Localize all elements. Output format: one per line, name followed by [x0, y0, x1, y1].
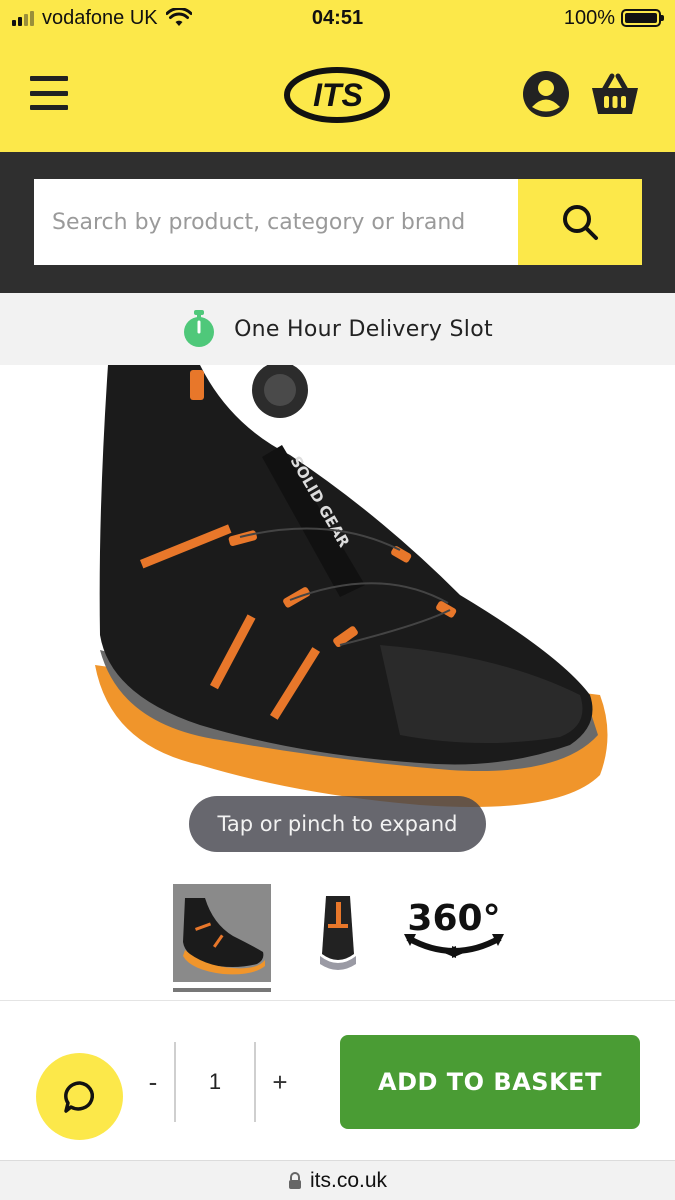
- boot-back-thumbnail[interactable]: [310, 894, 366, 974]
- add-to-basket-button[interactable]: ADD TO BASKET: [340, 1035, 640, 1129]
- battery-icon: [621, 9, 664, 27]
- 360-label: 360°: [407, 898, 500, 939]
- stopwatch-icon: [184, 310, 215, 347]
- 360-view-icon[interactable]: 360°: [402, 894, 506, 964]
- quantity-decrease-button[interactable]: -: [132, 1042, 174, 1122]
- site-header: ITS: [0, 36, 675, 152]
- delivery-label: One Hour Delivery Slot: [234, 316, 493, 342]
- logo-text: ITS: [313, 77, 363, 113]
- chat-button[interactable]: [36, 1053, 123, 1140]
- battery-percent: 100%: [563, 6, 615, 29]
- search-band: [0, 152, 675, 293]
- its-logo[interactable]: ITS: [284, 66, 390, 124]
- boot-side-thumbnail[interactable]: [173, 884, 271, 982]
- clock: 04:51: [311, 6, 364, 29]
- product-image[interactable]: SOLID GEAR Tap or pinch to expand: [0, 365, 675, 865]
- quantity-increase-button[interactable]: +: [259, 1042, 301, 1122]
- status-left: vodafone UK: [12, 7, 192, 30]
- url-bar[interactable]: its.co.uk: [0, 1160, 675, 1200]
- url-text: its.co.uk: [309, 1168, 388, 1192]
- quantity-stepper: - +: [132, 1042, 304, 1122]
- menu-button[interactable]: [30, 76, 68, 110]
- status-bar: vodafone UK 04:51 100%: [0, 0, 675, 36]
- delivery-banner[interactable]: One Hour Delivery Slot: [0, 293, 675, 365]
- divider: [0, 1000, 675, 1001]
- signal-icon: [12, 10, 34, 26]
- search-input[interactable]: [34, 179, 518, 265]
- hamburger-menu-icon: [30, 76, 68, 81]
- basket-icon[interactable]: [590, 72, 640, 118]
- account-icon[interactable]: [522, 70, 570, 118]
- expand-hint[interactable]: Tap or pinch to expand: [189, 796, 486, 852]
- thumbnail-strip: 360°: [0, 880, 675, 998]
- quantity-input[interactable]: [176, 1042, 254, 1122]
- carrier-label: vodafone UK: [42, 6, 158, 29]
- search-icon: [563, 205, 598, 240]
- status-right: 100%: [563, 6, 664, 30]
- lock-icon: [288, 1171, 301, 1189]
- boot-image: SOLID GEAR: [95, 365, 608, 807]
- chat-bubble-icon: [63, 1080, 94, 1113]
- search-button[interactable]: [518, 179, 642, 265]
- thumbnail-selected-indicator: [173, 988, 271, 992]
- quantity-separator: [254, 1042, 256, 1122]
- wifi-icon: [165, 8, 192, 26]
